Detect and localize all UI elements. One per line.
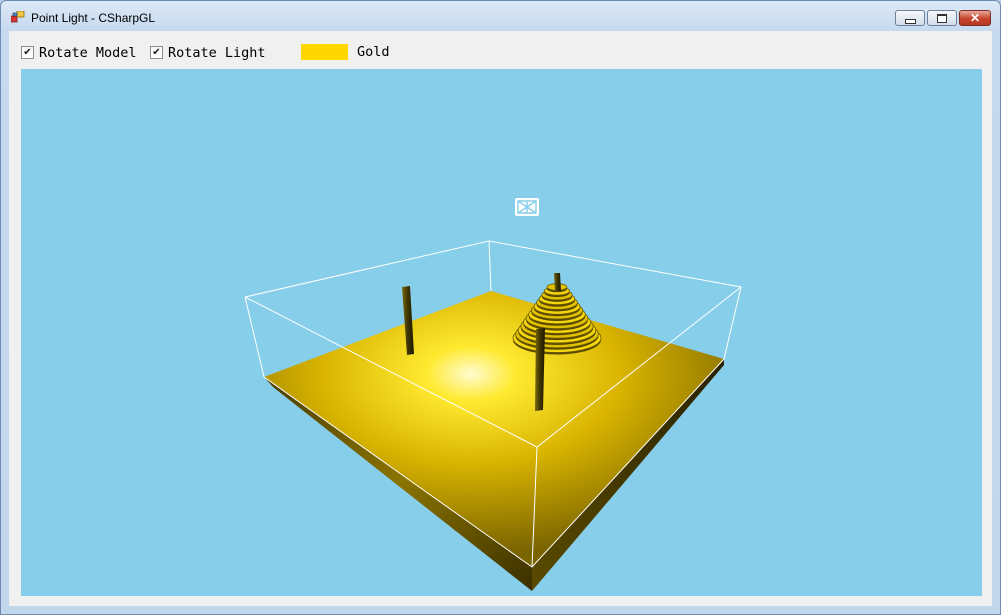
checkmark-icon: ✔ [23,46,32,58]
rotate-model-label: Rotate Model [39,44,137,61]
maximize-icon [937,13,947,23]
base-plate [264,291,724,591]
bbox-back-edge [488,240,492,292]
maximize-button[interactable] [927,10,957,26]
app-window: Point Light - CSharpGL ✕ ✔ Rotate Model … [0,0,1001,615]
bbox-top-back-edges [244,240,742,298]
bbox-left-edge [244,296,265,378]
checkmark-icon: ✔ [152,46,161,58]
close-icon: ✕ [969,11,981,25]
window-title: Point Light - CSharpGL [31,11,156,25]
app-icon [11,11,25,23]
checkbox-box[interactable]: ✔ [21,46,34,59]
close-button[interactable]: ✕ [959,10,991,26]
scene-canvas [244,198,742,591]
color-name-label: Gold [357,44,390,60]
minimize-icon [904,18,916,24]
rotate-model-checkbox[interactable]: ✔ Rotate Model [21,44,137,61]
color-swatch-button[interactable] [301,44,348,60]
opengl-viewport[interactable] [21,69,982,596]
rotate-light-checkbox[interactable]: ✔ Rotate Light [150,44,266,61]
minimize-button[interactable] [895,10,925,26]
rotate-light-label: Rotate Light [168,44,266,61]
checkbox-box[interactable]: ✔ [150,46,163,59]
ring-stack [512,283,602,355]
title-bar[interactable]: Point Light - CSharpGL ✕ [1,1,1000,31]
client-area: ✔ Rotate Model ✔ Rotate Light Gold [9,31,992,606]
point-light-marker [515,198,539,216]
back-peg [554,273,561,291]
options-bar: ✔ Rotate Model ✔ Rotate Light Gold [9,31,992,69]
